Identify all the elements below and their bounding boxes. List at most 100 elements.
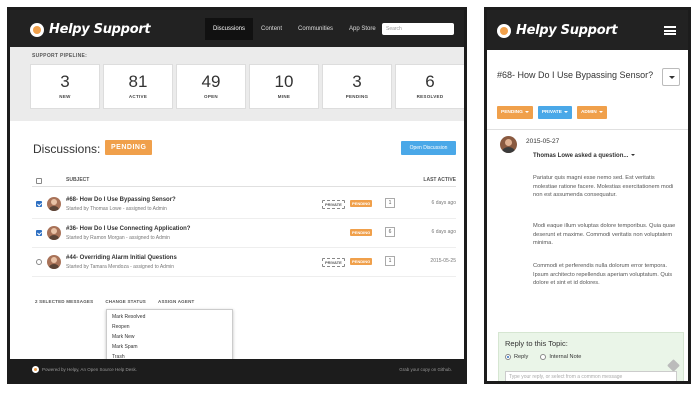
reply-panel: Reply to this Topic: Reply Internal Note… xyxy=(498,332,684,381)
assignee-tag-dropdown[interactable]: ADMIN xyxy=(576,106,607,119)
table-row[interactable]: #44- Overriding Alarm Initial Questions … xyxy=(32,248,456,277)
reply-count: 1 xyxy=(385,256,395,266)
post-paragraph: Pariatur quis magni esse nemo sed. Est v… xyxy=(533,175,674,199)
chevron-down-icon xyxy=(598,110,603,113)
stat-new[interactable]: 3 NEW xyxy=(30,64,100,109)
nav-communities[interactable]: Communities xyxy=(290,18,341,40)
topic-tags: PENDING PRIVATE ADMIN xyxy=(497,106,612,119)
visibility-tag-dropdown[interactable]: PRIVATE xyxy=(537,106,572,119)
table-row[interactable]: #36- How Do I Use Connecting Application… xyxy=(32,219,456,248)
selected-count: 2 SELECTED MESSAGES xyxy=(35,299,94,304)
last-active-date: 6 days ago xyxy=(431,200,456,206)
column-subject: SUBJECT xyxy=(66,177,90,183)
last-active-date: 6 days ago xyxy=(431,229,456,235)
search-input[interactable]: Search xyxy=(382,23,454,35)
github-link[interactable]: Grab your copy on Github. xyxy=(399,367,452,372)
stat-value: 3 xyxy=(60,72,70,91)
post-paragraph: Commodi et perferendis nulla dolorum err… xyxy=(533,263,673,287)
divider xyxy=(487,129,688,130)
pending-tag: PENDING xyxy=(350,229,373,236)
menu-item-reopen[interactable]: Reopen xyxy=(107,322,232,332)
stat-value: 81 xyxy=(128,72,148,91)
reply-count: 6 xyxy=(385,227,395,237)
stat-mine[interactable]: 10 MINE xyxy=(249,64,319,109)
hamburger-menu-icon[interactable] xyxy=(664,26,676,35)
table-row[interactable]: #68- How Do I Use Bypassing Sensor? Star… xyxy=(32,190,456,219)
change-status-dropdown[interactable]: CHANGE STATUS xyxy=(105,299,146,304)
assign-agent-dropdown[interactable]: ASSIGN AGENT xyxy=(158,299,195,304)
tag-label: ADMIN xyxy=(580,110,597,115)
reply-radio[interactable] xyxy=(505,354,511,360)
stat-resolved[interactable]: 6 RESOLVED xyxy=(395,64,464,109)
chevron-down-icon xyxy=(524,110,529,113)
powered-by-text[interactable]: Powered by Helpy, An Open Source Help De… xyxy=(42,367,137,372)
brand-logo[interactable]: Helpy Support xyxy=(497,23,618,38)
brand-name: Helpy Support xyxy=(49,22,151,37)
brand-name: Helpy Support xyxy=(516,23,618,38)
stat-label: MINE xyxy=(277,94,291,99)
stat-value: 3 xyxy=(352,72,362,91)
tag-label: PRIVATE xyxy=(541,110,562,115)
stat-active[interactable]: 81 ACTIVE xyxy=(103,64,173,109)
column-last-active: LAST ACTIVE xyxy=(423,177,456,183)
internal-note-label: Internal Note xyxy=(549,354,582,360)
post-paragraph: Modi eaque illum voluptas dolore tempori… xyxy=(533,223,676,247)
status-badge: PENDING xyxy=(105,140,153,155)
post-author-dropdown[interactable]: Thomas Lowe asked a question... xyxy=(533,153,636,159)
internal-note-option[interactable]: Internal Note xyxy=(540,354,581,360)
row-checkbox[interactable] xyxy=(36,259,42,265)
row-title[interactable]: #68- How Do I Use Bypassing Sensor? xyxy=(66,197,176,203)
topic-actions-dropdown[interactable] xyxy=(662,68,680,86)
reply-title: Reply to this Topic: xyxy=(505,339,568,348)
stat-label: ACTIVE xyxy=(128,94,148,99)
private-tag: PRIVATE xyxy=(322,200,345,209)
nav-discussions[interactable]: Discussions xyxy=(205,18,254,40)
reply-type-options: Reply Internal Note xyxy=(505,354,593,360)
helpy-logo-icon xyxy=(30,22,44,37)
internal-note-radio[interactable] xyxy=(540,354,547,360)
stat-value: 10 xyxy=(274,72,294,91)
tag-label: PENDING xyxy=(501,110,523,115)
mobile-viewport: Helpy Support #68- How Do I Use Bypassin… xyxy=(487,10,688,381)
chevron-down-icon xyxy=(631,154,636,157)
status-tag-dropdown[interactable]: PENDING xyxy=(497,106,533,119)
reply-textarea[interactable]: Type your reply, or select from a common… xyxy=(505,371,677,381)
avatar xyxy=(47,255,61,269)
status-dropdown-menu: Mark Resolved Reopen Mark New Mark Spam … xyxy=(106,309,233,364)
desktop-viewport: Helpy Support Discussions Content Commun… xyxy=(10,10,464,381)
nav-links: Discussions Content Communities App Stor… xyxy=(205,18,384,40)
topic-title: #68- How Do I Use Bypassing Sensor? xyxy=(497,70,654,80)
select-all-checkbox[interactable] xyxy=(36,178,42,184)
row-checkbox[interactable] xyxy=(36,230,42,236)
reply-count: 1 xyxy=(385,198,395,208)
tag-icon[interactable] xyxy=(667,359,680,372)
post-date: 2015-05-27 xyxy=(526,138,560,145)
row-title[interactable]: #44- Overriding Alarm Initial Questions xyxy=(66,255,177,261)
row-subtitle: Started by Tamara Mendoza - assigned to … xyxy=(66,264,175,270)
helpy-logo-icon xyxy=(497,23,511,38)
private-tag: PRIVATE xyxy=(322,258,345,267)
support-pipeline: SUPPORT PIPELINE: 3 NEW 81 ACTIVE 49 OPE… xyxy=(10,47,464,121)
stat-value: 49 xyxy=(201,72,221,91)
stat-label: NEW xyxy=(59,94,71,99)
nav-content[interactable]: Content xyxy=(253,18,290,40)
row-subtitle: Started by Thomas Lowe - assigned to Adm… xyxy=(66,206,167,212)
menu-item-mark-new[interactable]: Mark New xyxy=(107,332,232,342)
mobile-navbar: Helpy Support xyxy=(487,10,688,50)
row-checkbox[interactable] xyxy=(36,201,42,207)
chevron-down-icon xyxy=(563,110,568,113)
pipeline-label: SUPPORT PIPELINE: xyxy=(32,53,88,59)
reply-option[interactable]: Reply xyxy=(505,354,528,360)
brand-logo[interactable]: Helpy Support xyxy=(30,22,151,37)
stat-open[interactable]: 49 OPEN xyxy=(176,64,246,109)
menu-item-mark-spam[interactable]: Mark Spam xyxy=(107,342,232,352)
menu-item-mark-resolved[interactable]: Mark Resolved xyxy=(107,312,232,322)
row-subtitle: Started by Ramon Morgan - assigned to Ad… xyxy=(66,235,170,241)
page-title: Discussions: xyxy=(33,142,101,156)
last-active-date: 2015-05-25 xyxy=(430,258,456,264)
nav-app-store[interactable]: App Store xyxy=(341,18,384,40)
stat-pending[interactable]: 3 PENDING xyxy=(322,64,392,109)
open-discussion-button[interactable]: Open Discussion xyxy=(401,141,456,155)
row-title[interactable]: #36- How Do I Use Connecting Application… xyxy=(66,226,190,232)
desktop-screenshot: Helpy Support Discussions Content Commun… xyxy=(7,7,467,384)
